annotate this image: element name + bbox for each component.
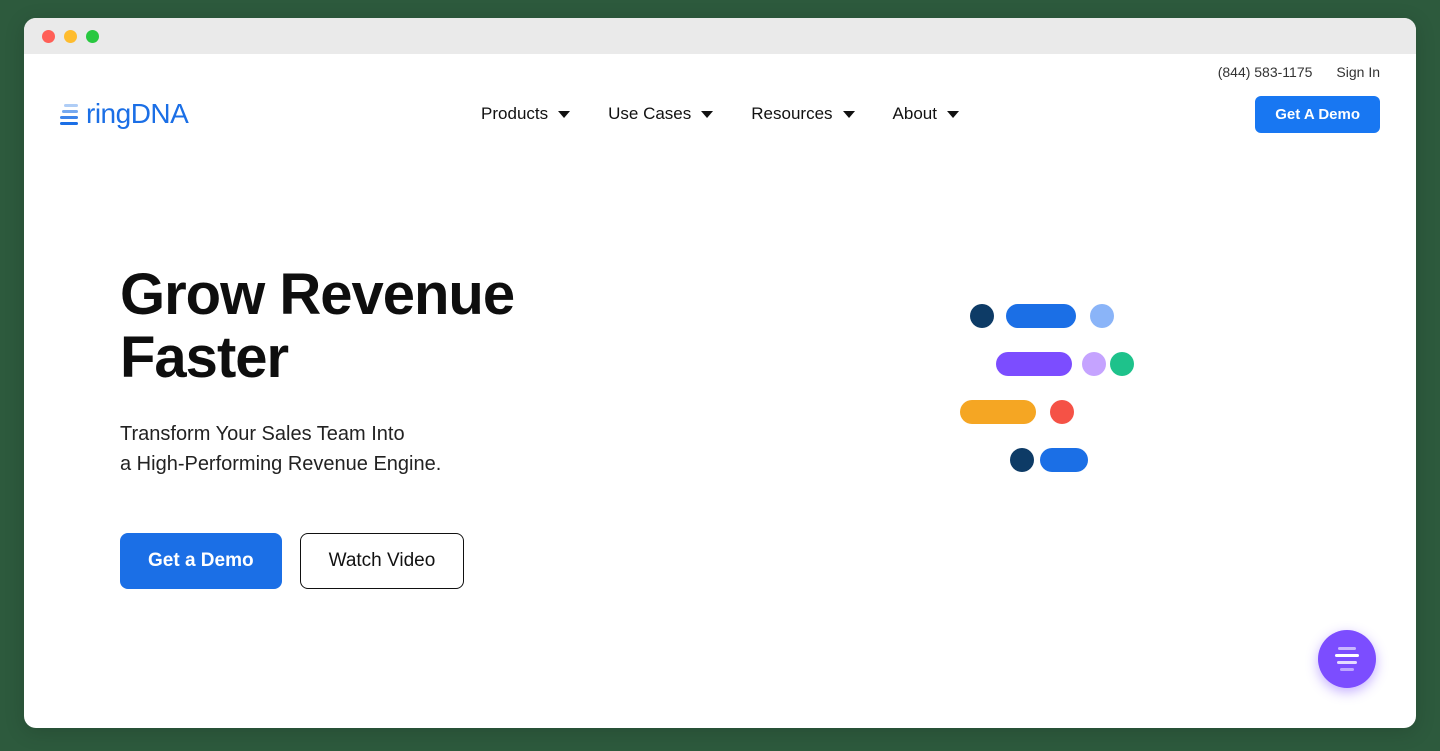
chat-icon bbox=[1335, 647, 1359, 671]
graphic-dot bbox=[1050, 400, 1074, 424]
nav-label: Products bbox=[481, 104, 548, 124]
nav-resources[interactable]: Resources bbox=[751, 104, 854, 124]
graphic-pill bbox=[996, 352, 1072, 376]
sub-line-1: Transform Your Sales Team Into bbox=[120, 423, 405, 445]
headline-line-2: Faster bbox=[120, 325, 288, 390]
graphic-pill bbox=[1006, 304, 1076, 328]
headline-line-1: Grow Revenue bbox=[120, 262, 514, 327]
graphic-dot bbox=[1110, 352, 1134, 376]
logo-icon bbox=[60, 104, 78, 125]
graphic-pill bbox=[960, 400, 1036, 424]
nav-label: About bbox=[893, 104, 937, 124]
get-demo-button[interactable]: Get A Demo bbox=[1255, 96, 1380, 133]
nav-use-cases[interactable]: Use Cases bbox=[608, 104, 713, 124]
nav-label: Resources bbox=[751, 104, 832, 124]
hero-buttons: Get a Demo Watch Video bbox=[120, 533, 514, 589]
utility-bar: (844) 583-1175 Sign In bbox=[60, 54, 1380, 80]
titlebar bbox=[24, 18, 1416, 54]
window-minimize-dot[interactable] bbox=[64, 30, 77, 43]
graphic-pill bbox=[1040, 448, 1088, 472]
graphic-dot bbox=[1082, 352, 1106, 376]
chat-fab[interactable] bbox=[1318, 630, 1376, 688]
main-header: ringDNA Products Use Cases Resources Abo… bbox=[60, 84, 1380, 144]
main-nav: Products Use Cases Resources About bbox=[481, 104, 959, 124]
hero-subheadline: Transform Your Sales Team Into a High-Pe… bbox=[120, 419, 514, 479]
watch-video-button[interactable]: Watch Video bbox=[300, 533, 465, 589]
signin-link[interactable]: Sign In bbox=[1336, 64, 1380, 80]
browser-window: (844) 583-1175 Sign In ringDNA Products … bbox=[24, 18, 1416, 728]
sub-line-2: a High-Performing Revenue Engine. bbox=[120, 453, 441, 475]
hero-headline: Grow Revenue Faster bbox=[120, 264, 514, 389]
brand-name: ringDNA bbox=[86, 98, 188, 130]
page-content: (844) 583-1175 Sign In ringDNA Products … bbox=[24, 54, 1416, 589]
brand-logo[interactable]: ringDNA bbox=[60, 98, 188, 130]
chevron-down-icon bbox=[558, 111, 570, 118]
phone-link[interactable]: (844) 583-1175 bbox=[1218, 64, 1313, 80]
hero-copy: Grow Revenue Faster Transform Your Sales… bbox=[120, 264, 514, 589]
window-close-dot[interactable] bbox=[42, 30, 55, 43]
nav-products[interactable]: Products bbox=[481, 104, 570, 124]
nav-about[interactable]: About bbox=[893, 104, 959, 124]
hero-section: Grow Revenue Faster Transform Your Sales… bbox=[60, 264, 1380, 589]
graphic-dot bbox=[1010, 448, 1034, 472]
graphic-dot bbox=[1090, 304, 1114, 328]
nav-label: Use Cases bbox=[608, 104, 691, 124]
window-maximize-dot[interactable] bbox=[86, 30, 99, 43]
chevron-down-icon bbox=[947, 111, 959, 118]
graphic-dot bbox=[970, 304, 994, 328]
hero-graphic bbox=[960, 304, 1240, 564]
chevron-down-icon bbox=[701, 111, 713, 118]
hero-get-demo-button[interactable]: Get a Demo bbox=[120, 533, 282, 589]
chevron-down-icon bbox=[843, 111, 855, 118]
